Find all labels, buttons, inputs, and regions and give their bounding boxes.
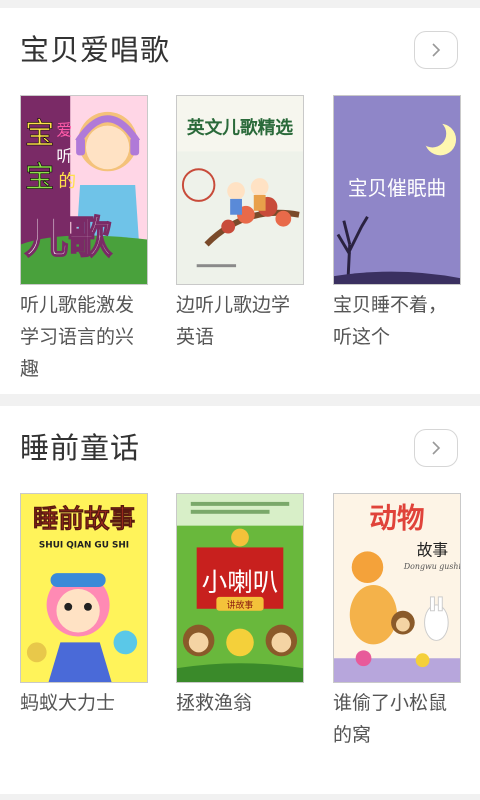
album-title[interactable]: 听儿歌能激发学习语言的兴趣 — [20, 289, 150, 385]
album-title[interactable]: 拯救渔翁 — [176, 687, 306, 719]
cover-text: 英文儿歌精选 — [187, 117, 293, 139]
album-cover[interactable]: 小喇叭 讲故事 — [176, 493, 304, 683]
section-header: 睡前童话 — [0, 406, 480, 488]
album-title[interactable]: 蚂蚁大力士 — [20, 687, 150, 719]
section-title: 宝贝爱唱歌 — [20, 33, 171, 67]
cover-text: SHUI QIAN GU SHI — [39, 540, 129, 550]
section-title: 睡前童话 — [20, 431, 141, 465]
album-cover[interactable]: 英文儿歌精选 — [176, 95, 304, 285]
cover-text: 睡前故事 — [33, 504, 135, 535]
cover-text: 的 — [58, 171, 76, 192]
section-sing: 宝贝爱唱歌 宝 爱 听 宝 的 儿歌 听儿歌能激发学习语言的兴趣 英文儿歌精选 … — [0, 8, 480, 394]
section-story: 睡前童话 睡前故事 SHUI QIAN GU SHI 蚂蚁大力士 小喇叭 讲故事… — [0, 406, 480, 794]
cover-text: 故事 — [417, 540, 449, 559]
more-button[interactable] — [414, 31, 458, 69]
album-card[interactable]: 宝 爱 听 宝 的 儿歌 听儿歌能激发学习语言的兴趣 — [20, 95, 148, 385]
album-card[interactable]: 宝贝催眠曲 宝贝睡不着，听这个 — [333, 95, 461, 353]
chevron-right-icon — [432, 441, 441, 455]
cover-text: 讲故事 — [227, 599, 254, 611]
cover-text: 宝 — [25, 160, 55, 194]
cover-text: 听 — [56, 146, 72, 165]
cover-text: 动物 — [369, 502, 424, 535]
cover-text: Dongwu gushi — [403, 562, 460, 571]
album-cover[interactable]: 睡前故事 SHUI QIAN GU SHI — [20, 493, 148, 683]
album-card[interactable]: 英文儿歌精选 边听儿歌边学英语 — [176, 95, 304, 353]
cover-text: 宝 — [25, 116, 55, 150]
album-card[interactable]: 睡前故事 SHUI QIAN GU SHI 蚂蚁大力士 — [20, 493, 148, 719]
cover-text: 儿歌 — [25, 213, 112, 263]
chevron-right-icon — [432, 43, 441, 57]
album-cover[interactable]: 宝 爱 听 宝 的 儿歌 — [20, 95, 148, 285]
album-card[interactable]: 动物 故事 Dongwu gushi 谁偷了小松鼠的窝 — [333, 493, 461, 751]
album-cover[interactable]: 动物 故事 Dongwu gushi — [333, 493, 461, 683]
cover-text: 爱 — [56, 121, 72, 140]
album-title[interactable]: 谁偷了小松鼠的窝 — [333, 687, 463, 751]
section-header: 宝贝爱唱歌 — [0, 8, 480, 90]
album-title[interactable]: 宝贝睡不着，听这个 — [333, 289, 463, 353]
album-card[interactable]: 小喇叭 讲故事 拯救渔翁 — [176, 493, 304, 719]
album-cover[interactable]: 宝贝催眠曲 — [333, 95, 461, 285]
cover-text: 宝贝催眠曲 — [348, 177, 446, 200]
more-button[interactable] — [414, 429, 458, 467]
album-title[interactable]: 边听儿歌边学英语 — [176, 289, 306, 353]
cover-text: 小喇叭 — [202, 568, 279, 598]
